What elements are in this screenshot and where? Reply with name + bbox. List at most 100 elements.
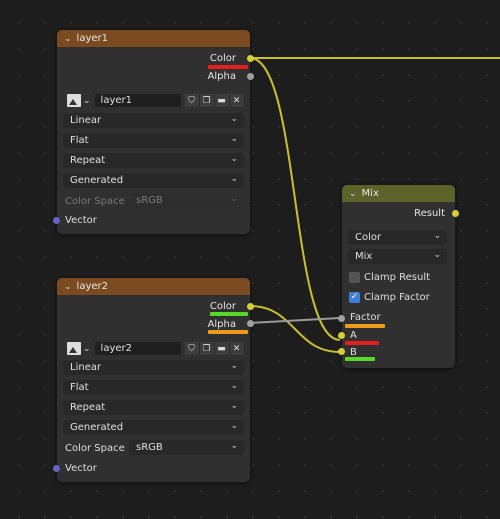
color-space-label: Color Space bbox=[65, 443, 125, 454]
chevron-down-icon: ⌄ bbox=[230, 361, 238, 371]
chevron-down-icon[interactable]: ⌄ bbox=[83, 344, 91, 354]
node-title: layer2 bbox=[76, 281, 108, 292]
interpolation-dropdown[interactable]: Linear ⌄ bbox=[63, 360, 244, 375]
chevron-down-icon[interactable]: ⌄ bbox=[64, 34, 72, 44]
dropdown-value: sRGB bbox=[136, 442, 163, 453]
projection-dropdown[interactable]: Flat ⌄ bbox=[63, 133, 244, 148]
color-space-dropdown: sRGB ⌄ bbox=[129, 193, 244, 208]
color-indicator-bar bbox=[345, 341, 379, 345]
output-color-label: Color bbox=[209, 300, 236, 312]
link-layer2-color-to-mix-b bbox=[249, 305, 341, 353]
socket-layer1-color[interactable] bbox=[247, 55, 254, 62]
dropdown-value: Flat bbox=[70, 135, 89, 146]
node-header[interactable]: ⌄ layer2 bbox=[57, 278, 250, 295]
node-header[interactable]: ⌄ Mix bbox=[342, 185, 455, 202]
color-indicator-bar bbox=[208, 65, 248, 69]
dropdown-value: Mix bbox=[355, 251, 373, 262]
chevron-down-icon: ⌄ bbox=[230, 441, 238, 451]
color-space-dropdown[interactable]: sRGB ⌄ bbox=[129, 440, 244, 455]
dropdown-value: Generated bbox=[70, 422, 124, 433]
extension-dropdown[interactable]: Repeat ⌄ bbox=[63, 400, 244, 415]
data-type-dropdown[interactable]: Color ⌄ bbox=[348, 230, 447, 245]
chevron-down-icon: ⌄ bbox=[230, 154, 238, 164]
node-title: Mix bbox=[361, 188, 379, 199]
source-dropdown[interactable]: Generated ⌄ bbox=[63, 420, 244, 435]
mix-node[interactable]: ⌄ Mix Result Color ⌄ Mix ⌄ Clamp Result … bbox=[342, 185, 455, 368]
node-title: layer1 bbox=[76, 33, 108, 44]
chevron-down-icon: ⌄ bbox=[433, 231, 441, 241]
dropdown-value: Generated bbox=[70, 175, 124, 186]
dropdown-value: sRGB bbox=[136, 195, 163, 206]
image-icon[interactable] bbox=[67, 342, 81, 355]
chevron-down-icon[interactable]: ⌄ bbox=[349, 189, 357, 199]
color-indicator-bar bbox=[345, 357, 375, 361]
image-selector[interactable]: ⌄ layer2 ⛉ ❐ ▬ ✕ bbox=[67, 341, 245, 356]
socket-layer2-color[interactable] bbox=[247, 303, 254, 310]
projection-dropdown[interactable]: Flat ⌄ bbox=[63, 380, 244, 395]
dropdown-value: Color bbox=[355, 232, 382, 243]
link-layer2-alpha-to-mix-factor bbox=[249, 317, 341, 324]
output-alpha-label: Alpha bbox=[207, 318, 236, 330]
output-color-label: Color bbox=[209, 52, 236, 64]
dropdown-value: Linear bbox=[70, 115, 102, 126]
socket-layer2-vector[interactable] bbox=[53, 465, 60, 472]
image-name-field[interactable]: layer1 bbox=[94, 94, 181, 107]
output-color-row: Color bbox=[57, 300, 236, 312]
duplicate-icon[interactable]: ❐ bbox=[199, 342, 215, 355]
input-a-label: A bbox=[350, 330, 357, 341]
output-alpha-row: Alpha bbox=[57, 70, 236, 82]
dropdown-value: Linear bbox=[70, 362, 102, 373]
dropdown-value: Flat bbox=[70, 382, 89, 393]
clamp-factor-checkbox[interactable]: ✓ bbox=[349, 292, 360, 303]
node-header[interactable]: ⌄ layer1 bbox=[57, 30, 250, 47]
chevron-down-icon: ⌄ bbox=[433, 250, 441, 260]
duplicate-icon[interactable]: ❐ bbox=[199, 94, 215, 107]
socket-layer1-alpha[interactable] bbox=[247, 73, 254, 80]
shield-icon[interactable]: ⛉ bbox=[184, 94, 200, 107]
source-dropdown[interactable]: Generated ⌄ bbox=[63, 173, 244, 188]
image-name-field[interactable]: layer2 bbox=[94, 342, 181, 355]
socket-mix-factor[interactable] bbox=[338, 315, 345, 322]
float-indicator-bar bbox=[208, 330, 248, 334]
socket-layer1-vector[interactable] bbox=[53, 217, 60, 224]
shield-icon[interactable]: ⛉ bbox=[184, 342, 200, 355]
socket-layer2-alpha[interactable] bbox=[247, 320, 254, 327]
chevron-down-icon: ⌄ bbox=[230, 381, 238, 391]
clamp-result-checkbox[interactable] bbox=[349, 272, 360, 283]
image-icon[interactable] bbox=[67, 94, 81, 107]
interpolation-dropdown[interactable]: Linear ⌄ bbox=[63, 113, 244, 128]
output-color-row: Color bbox=[57, 52, 236, 64]
image-selector[interactable]: ⌄ layer1 ⛉ ❐ ▬ ✕ bbox=[67, 93, 245, 108]
chevron-down-icon[interactable]: ⌄ bbox=[83, 96, 91, 106]
input-vector-label: Vector bbox=[65, 463, 97, 474]
dropdown-value: Repeat bbox=[70, 402, 106, 413]
extension-dropdown[interactable]: Repeat ⌄ bbox=[63, 153, 244, 168]
socket-mix-a[interactable] bbox=[338, 332, 345, 339]
close-icon[interactable]: ✕ bbox=[229, 342, 245, 355]
color-space-label: Color Space bbox=[65, 196, 125, 207]
float-indicator-bar bbox=[345, 324, 385, 328]
clamp-factor-label: Clamp Factor bbox=[364, 292, 430, 303]
chevron-down-icon: ⌄ bbox=[230, 421, 238, 431]
socket-mix-result[interactable] bbox=[452, 210, 459, 217]
close-icon[interactable]: ✕ bbox=[229, 94, 245, 107]
input-factor-label: Factor bbox=[350, 312, 381, 323]
chevron-down-icon: ⌄ bbox=[230, 194, 238, 204]
chevron-down-icon: ⌄ bbox=[230, 401, 238, 411]
link-layer1-color-to-mix-a bbox=[249, 57, 341, 341]
chevron-down-icon: ⌄ bbox=[230, 134, 238, 144]
chevron-down-icon: ⌄ bbox=[230, 174, 238, 184]
folder-icon[interactable]: ▬ bbox=[214, 342, 230, 355]
color-indicator-bar bbox=[210, 312, 248, 316]
blend-mode-dropdown[interactable]: Mix ⌄ bbox=[348, 249, 447, 264]
image-texture-node-layer1[interactable]: ⌄ layer1 Color Alpha ⌄ layer1 ⛉ ❐ ▬ ✕ Li… bbox=[57, 30, 250, 234]
folder-icon[interactable]: ▬ bbox=[214, 94, 230, 107]
dropdown-value: Repeat bbox=[70, 155, 106, 166]
image-texture-node-layer2[interactable]: ⌄ layer2 Color Alpha ⌄ layer2 ⛉ ❐ ▬ ✕ Li… bbox=[57, 278, 250, 482]
input-vector-label: Vector bbox=[65, 215, 97, 226]
output-result-row: Result bbox=[342, 207, 445, 219]
socket-mix-b[interactable] bbox=[338, 348, 345, 355]
chevron-down-icon[interactable]: ⌄ bbox=[64, 282, 72, 292]
output-alpha-label: Alpha bbox=[207, 70, 236, 82]
chevron-down-icon: ⌄ bbox=[230, 114, 238, 124]
